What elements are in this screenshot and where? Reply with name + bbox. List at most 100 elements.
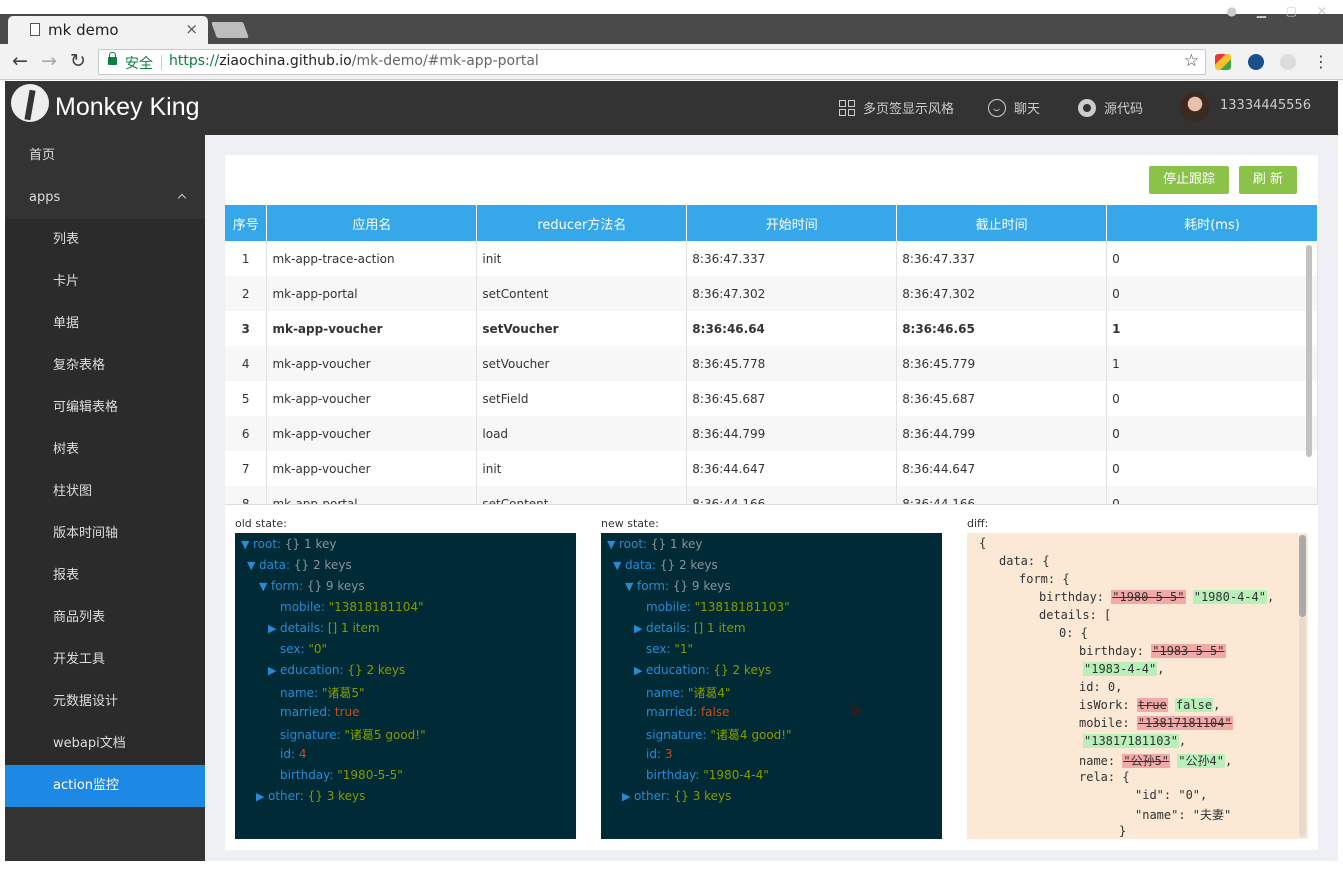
sidebar-item-2[interactable]: 单据 <box>5 303 205 345</box>
sidebar-item-11[interactable]: 元数据设计 <box>5 681 205 723</box>
sidebar-item-0[interactable]: 列表 <box>5 219 205 261</box>
reload-icon[interactable]: ↻ <box>70 50 86 72</box>
new-tab-button[interactable] <box>211 22 249 38</box>
diff-line: birthday: "1980-5-5" "1980-4-4", <box>1039 590 1275 604</box>
url-text[interactable]: https://ziaochina.github.io/mk-demo/#mk-… <box>169 53 539 69</box>
old-state-tree[interactable]: ▼ root: {} 1 key ▼ data: {} 2 keys ▼ form:… <box>235 533 576 839</box>
url-bar[interactable]: 安全 https://ziaochina.github.io/mk-demo/#… <box>98 49 1206 75</box>
table-cell: init <box>476 451 688 486</box>
column-header[interactable]: 截止时间 <box>896 205 1108 241</box>
source-code-button[interactable]: 源代码 <box>1078 98 1143 117</box>
table-cell: 0 <box>1106 486 1318 504</box>
action-table: 序号 应用名 reducer方法名 开始时间 截止时间 耗时(ms) 1 mk-app-tr… <box>225 205 1318 505</box>
extension-icon-2[interactable] <box>1280 54 1296 70</box>
table-cell: 0 <box>1106 416 1318 451</box>
column-header[interactable]: 耗时(ms) <box>1106 205 1318 241</box>
expanded-arrow-icon: ▼ <box>241 538 253 551</box>
sidebar-item-home[interactable]: 首页 <box>5 135 205 177</box>
table-cell: 8:36:46.64 <box>686 311 898 346</box>
tree-node[interactable]: ▶ details: [] 1 item <box>634 621 746 635</box>
sidebar-item-8[interactable]: 报表 <box>5 555 205 597</box>
forward-icon[interactable]: → <box>41 50 57 72</box>
diff-line: "1983-4-4", <box>1083 662 1165 676</box>
table-cell: mk-app-trace-action <box>266 241 478 276</box>
sidebar-item-4[interactable]: 可编辑表格 <box>5 387 205 429</box>
tab-title: mk demo <box>48 21 119 39</box>
back-icon[interactable]: ← <box>12 50 28 72</box>
expanded-arrow-icon: ▼ <box>247 559 259 572</box>
extension-icon[interactable] <box>1215 54 1231 70</box>
table-cell: 7 <box>225 451 268 486</box>
table-cell: 8:36:46.65 <box>896 311 1108 346</box>
avatar[interactable] <box>1180 92 1210 122</box>
collapsed-arrow-icon: ▶ <box>634 622 646 635</box>
tree-node: name: "诸葛4" <box>646 686 731 700</box>
column-header[interactable]: 开始时间 <box>686 205 898 241</box>
app-header: Monkey King 多页签显示风格 聊天 源代码 13334445556 <box>5 81 1338 135</box>
diff-line: name: "公孙5" "公孙4", <box>1079 754 1233 768</box>
diff-line: mobile: "13817181104" <box>1079 716 1233 730</box>
diff-line: birthday: "1983-5-5" <box>1079 644 1226 658</box>
tree-node[interactable]: ▼ root: {} 1 key <box>241 537 336 551</box>
table-row[interactable]: 6 mk-app-voucher load 8:36:44.799 8:36:44.79… <box>225 416 1318 451</box>
sidebar-item-10[interactable]: 开发工具 <box>5 639 205 681</box>
sidebar-item-1[interactable]: 卡片 <box>5 261 205 303</box>
chat-button[interactable]: 聊天 <box>988 98 1040 117</box>
window-controls[interactable]: ● ▁ ▢ ✕ <box>1226 4 1335 18</box>
column-header[interactable]: 序号 <box>225 205 268 241</box>
tree-node: mobile: "13818181103" <box>646 600 790 614</box>
sidebar-item-13[interactable]: action监控 <box>5 765 205 807</box>
table-cell: 5 <box>225 381 268 416</box>
tree-node[interactable]: ▼ form: {} 9 keys <box>259 579 365 593</box>
tree-node[interactable]: ▶ other: {} 3 keys <box>256 789 365 803</box>
table-row[interactable]: 3 mk-app-voucher setVoucher 8:36:46.64 8:36:… <box>225 311 1318 346</box>
user-phone[interactable]: 13334445556 <box>1220 98 1311 113</box>
table-cell: mk-app-voucher <box>266 416 478 451</box>
refresh-button[interactable]: 刷 新 <box>1239 166 1297 194</box>
lock-icon <box>108 52 117 65</box>
table-row[interactable]: 4 mk-app-voucher setVoucher 8:36:45.778 8:36… <box>225 346 1318 381</box>
new-state-tree[interactable]: ▼ root: {} 1 key ▼ data: {} 2 keys ▼ form:… <box>601 533 942 839</box>
sidebar-item-3[interactable]: 复杂表格 <box>5 345 205 387</box>
diff-line: "name": "夫妻" <box>1135 808 1232 822</box>
stop-trace-button[interactable]: 停止跟踪 <box>1149 166 1229 194</box>
table-cell: setField <box>476 381 688 416</box>
tab-close-icon[interactable]: × <box>185 20 198 38</box>
table-row[interactable]: 7 mk-app-voucher init 8:36:44.647 8:36:44.64… <box>225 451 1318 486</box>
sidebar-item-12[interactable]: webapi文档 <box>5 723 205 765</box>
tree-node: married: true <box>280 705 360 719</box>
sidebar-item-9[interactable]: 商品列表 <box>5 597 205 639</box>
tree-node[interactable]: ▼ data: {} 2 keys <box>247 558 352 572</box>
tree-node[interactable]: ▶ other: {} 3 keys <box>622 789 731 803</box>
sidebar-item-6[interactable]: 柱状图 <box>5 471 205 513</box>
table-cell: 8:36:44.647 <box>686 451 898 486</box>
table-cell: 4 <box>225 346 268 381</box>
tree-node[interactable]: ▶ details: [] 1 item <box>268 621 380 635</box>
expanded-arrow-icon: ▼ <box>625 580 637 593</box>
tree-node[interactable]: ▶ education: {} 2 keys <box>268 663 405 677</box>
column-header[interactable]: 应用名 <box>266 205 478 241</box>
tree-node[interactable]: ▼ data: {} 2 keys <box>613 558 718 572</box>
table-row[interactable]: 1 mk-app-trace-action init 8:36:47.337 8:36:… <box>225 241 1318 276</box>
github-icon <box>1078 98 1096 117</box>
react-devtools-icon[interactable] <box>1248 54 1264 70</box>
column-header[interactable]: reducer方法名 <box>476 205 688 241</box>
tree-node[interactable]: ▼ form: {} 9 keys <box>625 579 731 593</box>
tree-node[interactable]: ▼ root: {} 1 key <box>607 537 702 551</box>
table-scrollbar[interactable] <box>1306 245 1312 457</box>
browser-tab-strip: mk demo × ● ▁ ▢ ✕ <box>0 0 1343 44</box>
sidebar-item-apps[interactable]: apps <box>5 177 205 219</box>
diff-scrollbar[interactable] <box>1299 535 1306 617</box>
browser-tab[interactable]: mk demo × <box>8 16 208 44</box>
menu-kebab-icon[interactable]: ⋮ <box>1313 52 1329 71</box>
multi-tab-style-button[interactable]: 多页签显示风格 <box>839 98 954 117</box>
sidebar-item-7[interactable]: 版本时间轴 <box>5 513 205 555</box>
sidebar-item-5[interactable]: 树表 <box>5 429 205 471</box>
table-row[interactable]: 5 mk-app-voucher setField 8:36:45.687 8:36:4… <box>225 381 1318 416</box>
logo-icon <box>11 84 49 122</box>
bookmark-star-icon[interactable]: ☆ <box>1184 51 1199 71</box>
table-row[interactable]: 2 mk-app-portal setContent 8:36:47.302 8:36:… <box>225 276 1318 311</box>
table-row[interactable]: 8 mk-app-portal setContent 8:36:44.166 8:36:… <box>225 486 1318 504</box>
tree-node: mobile: "13818181104" <box>280 600 424 614</box>
tree-node[interactable]: ▶ education: {} 2 keys <box>634 663 771 677</box>
